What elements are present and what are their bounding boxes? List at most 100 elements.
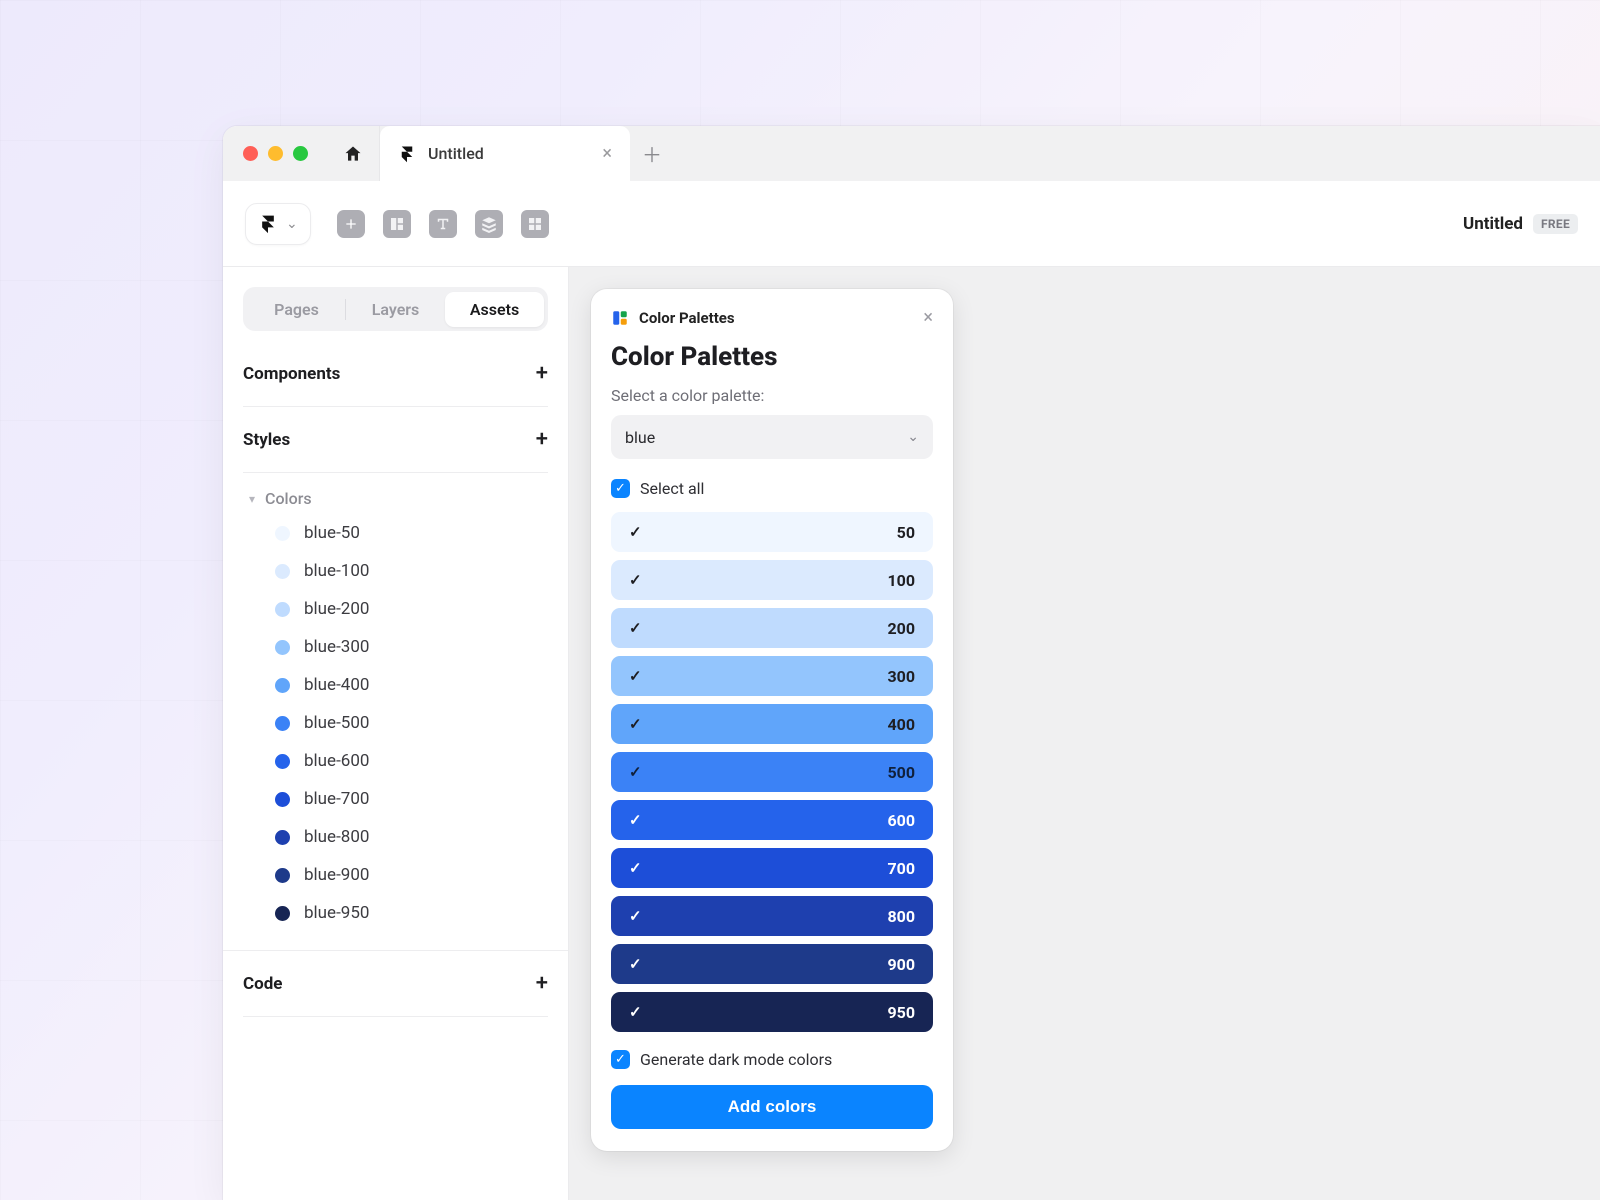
shade-label: 400	[887, 715, 915, 734]
palette-select-value: blue	[625, 428, 655, 447]
color-style-item[interactable]: blue-800	[275, 818, 548, 856]
color-style-item[interactable]: blue-950	[275, 894, 548, 932]
check-icon: ✓	[629, 571, 642, 589]
color-style-label: blue-700	[304, 789, 369, 809]
styles-tree: ▾ Colors blue-50 blue-100 blue-200 blue-300…	[223, 473, 568, 950]
add-colors-button[interactable]: Add colors	[611, 1085, 933, 1129]
color-swatch-icon	[275, 716, 290, 731]
shade-label: 200	[887, 619, 915, 638]
generate-dark-checkbox[interactable]: ✓ Generate dark mode colors	[611, 1050, 933, 1069]
color-swatch-icon	[275, 526, 290, 541]
section-components: Components +	[223, 341, 568, 407]
section-code: Code +	[223, 950, 568, 1017]
section-header-code[interactable]: Code +	[243, 951, 548, 1017]
shade-label: 50	[897, 523, 915, 542]
close-window-icon[interactable]	[243, 146, 258, 161]
color-style-label: blue-400	[304, 675, 369, 695]
tab-pages[interactable]: Pages	[247, 292, 346, 327]
canvas[interactable]: Color Palettes × Color Palettes Select a…	[569, 267, 1600, 1200]
tree-group-colors[interactable]: ▾ Colors	[243, 483, 548, 514]
color-style-label: blue-100	[304, 561, 369, 581]
tab-assets[interactable]: Assets	[445, 292, 544, 327]
body: Pages Layers Assets Components + Styles …	[223, 267, 1600, 1200]
checkbox-checked-icon: ✓	[611, 479, 630, 498]
text-tool-button[interactable]	[429, 210, 457, 238]
color-style-item[interactable]: blue-300	[275, 628, 548, 666]
shade-row[interactable]: ✓900	[611, 944, 933, 984]
color-style-item[interactable]: blue-900	[275, 856, 548, 894]
close-tab-icon[interactable]: ×	[602, 145, 612, 163]
color-style-label: blue-200	[304, 599, 369, 619]
color-style-item[interactable]: blue-50	[275, 514, 548, 552]
color-style-item[interactable]: blue-200	[275, 590, 548, 628]
text-icon	[434, 215, 452, 233]
new-tab-button[interactable]: ＋	[630, 126, 674, 181]
titlebar: Untitled × ＋	[223, 126, 1600, 181]
color-style-item[interactable]: blue-700	[275, 780, 548, 818]
minimize-window-icon[interactable]	[268, 146, 283, 161]
window-controls	[223, 126, 326, 181]
shade-label: 600	[887, 811, 915, 830]
color-style-item[interactable]: blue-500	[275, 704, 548, 742]
color-style-label: blue-600	[304, 751, 369, 771]
cms-tool-button[interactable]	[521, 210, 549, 238]
panel-title-small: Color Palettes	[639, 309, 735, 327]
add-code-button[interactable]: +	[536, 971, 548, 996]
plugin-icon	[611, 309, 629, 327]
select-all-checkbox[interactable]: ✓ Select all	[611, 479, 933, 498]
color-style-item[interactable]: blue-600	[275, 742, 548, 780]
toolbar-right: Untitled FREE	[1463, 214, 1578, 234]
check-icon: ✓	[629, 859, 642, 877]
stack-icon	[480, 215, 498, 233]
add-style-button[interactable]: +	[536, 427, 548, 452]
section-header-components[interactable]: Components +	[243, 341, 548, 407]
color-style-label: blue-50	[304, 523, 360, 543]
shade-row[interactable]: ✓800	[611, 896, 933, 936]
stack-tool-button[interactable]	[475, 210, 503, 238]
color-swatch-icon	[275, 564, 290, 579]
color-style-item[interactable]: blue-100	[275, 552, 548, 590]
shade-label: 900	[887, 955, 915, 974]
check-icon: ✓	[629, 811, 642, 829]
section-title: Styles	[243, 430, 290, 450]
tab-title: Untitled	[428, 144, 484, 163]
grid-icon	[526, 215, 544, 233]
close-panel-icon[interactable]: ×	[923, 307, 933, 328]
zoom-window-icon[interactable]	[293, 146, 308, 161]
tab-layers[interactable]: Layers	[346, 292, 445, 327]
document-name[interactable]: Untitled	[1463, 214, 1523, 234]
section-header-styles[interactable]: Styles +	[243, 407, 548, 473]
shade-row[interactable]: ✓ 600	[611, 800, 933, 840]
shade-label: 300	[887, 667, 915, 686]
color-swatch-icon	[275, 868, 290, 883]
document-tab[interactable]: Untitled ×	[380, 126, 630, 181]
panel-header: Color Palettes ×	[611, 307, 933, 328]
caret-down-icon: ▾	[249, 492, 255, 506]
check-icon: ✓	[629, 1003, 642, 1021]
app-menu-button[interactable]: ⌄	[245, 203, 311, 245]
check-icon: ✓	[629, 907, 642, 925]
check-icon: ✓	[629, 763, 642, 781]
shade-row[interactable]: ✓100	[611, 560, 933, 600]
shade-row[interactable]: ✓50	[611, 512, 933, 552]
layout-tool-button[interactable]	[383, 210, 411, 238]
tree-group-label: Colors	[265, 489, 312, 508]
checkbox-checked-icon: ✓	[611, 1050, 630, 1069]
color-style-label: blue-950	[304, 903, 369, 923]
shade-row[interactable]: ✓ 200	[611, 608, 933, 648]
shade-row[interactable]: ✓950	[611, 992, 933, 1032]
shade-row[interactable]: ✓300	[611, 656, 933, 696]
shade-row[interactable]: ✓500	[611, 752, 933, 792]
framer-icon	[398, 145, 416, 163]
home-tab[interactable]	[326, 126, 380, 181]
check-icon: ✓	[629, 619, 642, 637]
color-swatch-icon	[275, 754, 290, 769]
shade-row[interactable]: ✓700	[611, 848, 933, 888]
section-title: Code	[243, 974, 282, 994]
palette-select[interactable]: blue ⌄	[611, 415, 933, 459]
shade-row[interactable]: ✓400	[611, 704, 933, 744]
color-style-item[interactable]: blue-400	[275, 666, 548, 704]
add-component-button[interactable]: +	[536, 361, 548, 386]
plus-icon	[343, 216, 359, 232]
insert-button[interactable]	[337, 210, 365, 238]
